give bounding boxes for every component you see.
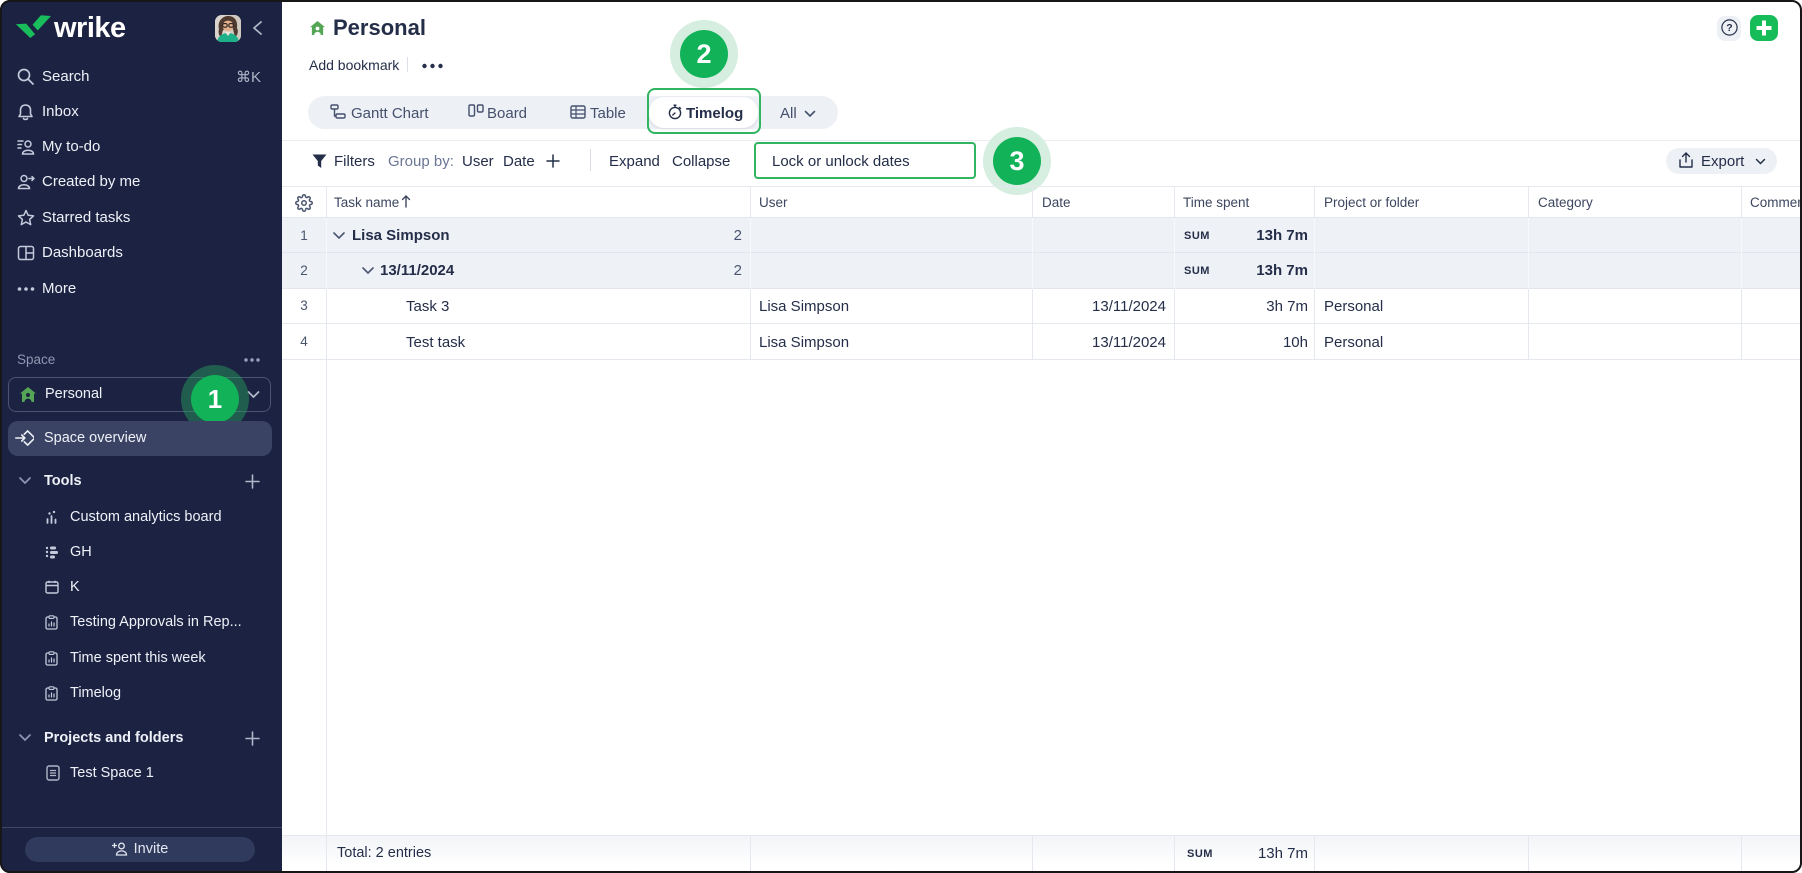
svg-text:wrike: wrike [53,12,126,44]
svg-text:?: ? [1726,22,1732,34]
